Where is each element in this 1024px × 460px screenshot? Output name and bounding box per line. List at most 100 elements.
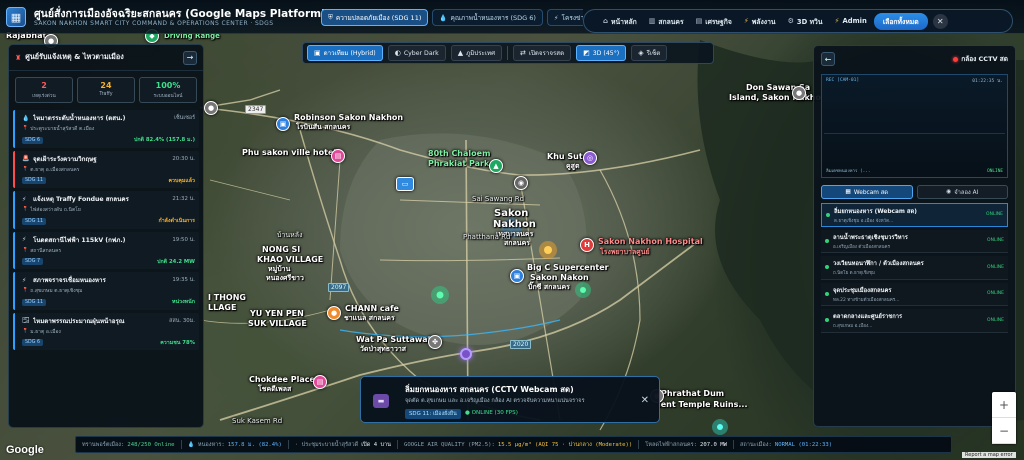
home-icon: ⌂ <box>603 17 609 25</box>
robinson-pin-icon[interactable]: ▣ <box>276 117 290 131</box>
status-label: โหลดไฟฟ้าสกลนคร: <box>645 441 698 448</box>
camera-list-item[interactable]: วงเวียนหอนาฬิกา / ตัวเมืองสกลนครถ.นิตโย … <box>821 256 1008 280</box>
lightning-icon: ⚡ <box>553 13 559 22</box>
camera-subtitle: ถ.นิตโย ต.ธาตุเชิงชุม <box>833 271 875 277</box>
map-label: YU YEN PEN <box>250 309 304 318</box>
status-value: NORMAL (01:22:33) <box>774 441 833 448</box>
don-sawan-pin-icon[interactable]: ● <box>792 86 806 100</box>
incident-item[interactable]: 🌫 ไหมตาพรรณประมาณฝุ่นหน้าอรุณ สสน. 30ม. 📍 ม.… <box>13 312 199 350</box>
incident-icon: ⚡ <box>22 236 27 243</box>
layer-button[interactable]: ⇄ เปิดจราจรสด <box>513 45 572 61</box>
map-label: วัดป่าสุทธาวาส <box>360 345 407 353</box>
nav-item[interactable]: ⌂ หน้าหลัก <box>598 13 642 30</box>
incident-title: แจ้งเหตุ Traffy Fondue สกลนคร <box>33 196 129 203</box>
cctv-selected-marker-icon[interactable] <box>460 348 472 360</box>
layer-icon: ▲ <box>457 49 464 57</box>
cctv-tab[interactable]: ▦ Webcam สด <box>821 185 913 199</box>
nav-item[interactable]: ⚡ Admin <box>830 13 872 30</box>
zoom-out-button[interactable]: − <box>992 418 1016 444</box>
layer-button[interactable]: ◐ Cyber Dark <box>387 45 446 61</box>
cctv-video-view[interactable]: REC [CAM-01] 01:22:35 น. ลิมเดชหนองหาร (… <box>821 74 1008 178</box>
nav-item[interactable]: ▤ เศรษฐกิจ <box>691 13 737 30</box>
sdg-tab-label: คุณภาพน้ำหนองหาร (SDG 6) <box>450 13 536 22</box>
incident-item[interactable]: ⚡ โนดดสถานีไฟฟ้า 115kV (กฟภ.) 19:50 น. 📍 สถา… <box>13 231 199 269</box>
camera-name: วงเวียนหอนาฬิกา / ตัวเมืองสกลนคร <box>833 261 924 268</box>
map-label: Robinson Sakon Nakhon <box>294 113 404 122</box>
sdg-tab[interactable]: ⚡โครงข่ายไฟฟ้า (SDG 7) <box>546 9 583 26</box>
camera-list-item[interactable]: ลิ่มยกหนองหาร (Webcam สด) ต.ธาตุเชิงชุม อ… <box>821 203 1008 227</box>
layer-button[interactable]: ▲ ภูมิประเทศ <box>450 45 502 61</box>
road-number-tag: 2097 <box>328 283 350 292</box>
popup-title: ลิ่มยกหนองหาร สกลนคร (CCTV Webcam สด) <box>405 385 574 394</box>
status-value: 248/250 Online <box>127 441 175 448</box>
chokdee-pin-icon[interactable]: ▤ <box>313 375 327 389</box>
bigc-pin-icon[interactable]: ▣ <box>510 269 524 283</box>
status-value: 207.0 MW <box>700 441 727 448</box>
park-pin-icon[interactable]: ▲ <box>489 159 503 173</box>
siren-icon: ♜ <box>15 53 22 62</box>
incident-title: สภาพจราจรเชื่อมหนองหาร <box>33 277 106 284</box>
stats-row: 2 เหตุเร่งด่วน 24 Traffy 100% ระบบออนไลน์ <box>9 71 203 107</box>
report-map-error-link[interactable]: Report a map error <box>962 452 1016 458</box>
sdg-tabs: ⛨ ความปลอดภัยเมือง (SDG 11) 💧 คุณภาพน้ำหนอง… <box>321 9 583 26</box>
camera-list-item[interactable]: ลานน้ำพระธาตุเชิงชุมวรวิหารอ.เจริญเมือง … <box>821 229 1008 253</box>
map-label: I THONG <box>208 293 246 302</box>
sdg-tab[interactable]: 💧 คุณภาพน้ำหนองหาร (SDG 6) <box>432 9 543 26</box>
junction-pin-icon[interactable]: ● <box>204 101 218 115</box>
stat-value: 2 <box>41 81 47 90</box>
cafe-pin-icon[interactable]: ● <box>327 306 341 320</box>
incident-location: ม.ธาตุ อ.เมือง <box>30 328 61 335</box>
map-label: Sai Sawang Rd <box>472 195 525 203</box>
nav-item[interactable]: ▥ สกลนคร <box>644 13 689 30</box>
back-arrow-icon[interactable]: ← <box>821 52 835 66</box>
incident-item[interactable]: ⚡ สภาพจราจรเชื่อมหนองหาร 19:35 น. 📍 ถ.สุขเกษ… <box>13 272 199 310</box>
map-label: Nakhon <box>493 219 536 230</box>
incident-location: ต.ธาตุ อ.เมืองสกลนคร <box>30 166 80 173</box>
map-label: Sakon <box>494 208 529 219</box>
sdg-tab[interactable]: ⛨ ความปลอดภัยเมือง (SDG 11) <box>321 9 429 26</box>
cctv-camera-icon[interactable]: ▭ <box>396 177 414 191</box>
camera-name: ลานน้ำพระธาตุเชิงชุมวรวิหาร <box>833 234 908 241</box>
close-icon[interactable]: ✕ <box>641 395 649 406</box>
incident-item[interactable]: 🚨 จุดเฝ้าระวังความวิกฤษฐ 20:30 น. 📍 ต.ธาตุ อ… <box>13 150 199 188</box>
shield-icon: ⛨ <box>328 13 333 21</box>
camera-list-item[interactable]: ตลาดกลางและศูนย์ราชการ ถ.สุขเกษม อ.เมือง.… <box>821 309 1008 333</box>
camera-subtitle: อ.เจริญเมือง ตัวเมืองสกลนคร <box>833 244 890 250</box>
layer-button[interactable]: ◩ 3D (45°) <box>576 45 627 61</box>
hotel-pin-icon[interactable]: ▤ <box>331 149 345 163</box>
map-label: 80th Chaloem <box>428 149 491 158</box>
location-pin-icon: 📍 <box>22 125 29 131</box>
incident-time: 19:35 น. <box>172 277 195 283</box>
nav-item[interactable]: ⚙ 3D ทวิน <box>783 13 828 30</box>
camera-list-item[interactable]: จุดประชุมเมืองสกลนคร ทล.22 ทางข้ามตัวเมือ… <box>821 282 1008 306</box>
incident-icon: ⚡ <box>22 195 27 203</box>
map-label: ชาแนล สกลนคร <box>344 314 395 322</box>
map-label: Island, Sakon Nakho <box>729 93 821 102</box>
incident-item[interactable]: ⚡ แจ้งเหตุ Traffy Fondue สกลนคร 21:32 น. 📍 ไ… <box>13 191 199 229</box>
layer-button[interactable]: ▣ ดาวเทียม (Hybrid) <box>307 45 383 61</box>
camera-name: ลิ่มยกหนองหาร (Webcam สด) <box>834 208 917 215</box>
zoom-in-button[interactable]: + <box>992 392 1016 418</box>
map-layer-toolbar: ▣ ดาวเทียม (Hybrid) ◐ Cyber Dark ▲ ภูมิประเทศ… <box>302 42 714 64</box>
status-item: โหลดไฟฟ้าสกลนคร: 207.0 MW <box>645 441 727 449</box>
layer-button[interactable]: ◈ รีเซ็ต <box>631 45 668 61</box>
close-icon[interactable]: ✕ <box>932 13 948 29</box>
cctv-tab[interactable]: ◉ จำลอง AI <box>916 185 1008 199</box>
layer-button-label: Cyber Dark <box>403 49 439 57</box>
select-all-button[interactable]: เลือกทั้งหมด <box>873 12 928 30</box>
arrow-right-icon[interactable]: → <box>183 50 197 65</box>
incident-item[interactable]: 💧 ไหมาตรระดับน้ำหนองหาร (ตสน.) เซ็นเซอร์ 📍 ป… <box>13 110 199 148</box>
market-pin-icon[interactable]: ◉ <box>514 176 528 190</box>
temple-pin-icon[interactable]: ✤ <box>428 335 442 349</box>
sdg-badge: SDG 11 <box>22 217 47 225</box>
hospital-pin-icon[interactable]: H <box>580 238 594 252</box>
popup-description: จุดตัด ต.สุขเกษม และ อ.เจริญเมือง กล้อง … <box>405 398 585 404</box>
khu-sut-pin-icon[interactable]: ◎ <box>583 151 597 165</box>
building-icon: ▥ <box>648 17 656 25</box>
nav-item[interactable]: ⚡ พลังงาน <box>739 13 781 30</box>
cam-status-label: ONLINE <box>987 169 1003 174</box>
map-label: NONG SI <box>262 245 301 254</box>
cctv-tabs: ▦ Webcam สด ◉ จำลอง AI <box>821 185 1008 199</box>
map-label: Big C Supercenter <box>527 263 609 272</box>
location-pin-icon: 📍 <box>22 165 29 172</box>
